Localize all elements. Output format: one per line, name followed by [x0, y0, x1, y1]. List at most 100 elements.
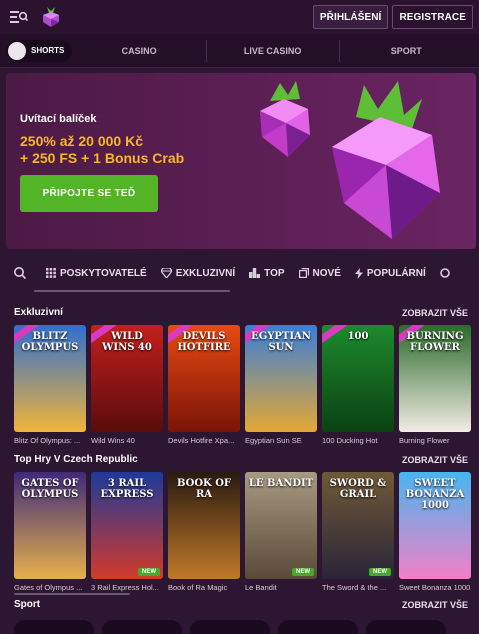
top-header: PŘIHLÁŠENÍ REGISTRACE — [0, 0, 479, 34]
game-thumbnail[interactable]: BOOK OF RA — [168, 472, 240, 579]
section-exclusive-header: Exkluzivní ZOBRAZIT VŠE — [14, 307, 468, 318]
raspberry-logo-icon[interactable] — [39, 5, 63, 29]
tab-sport[interactable]: SPORT — [339, 39, 473, 62]
menu-search-icon[interactable] — [9, 9, 29, 25]
diamond-icon — [160, 268, 172, 278]
category-label: NOVÉ — [312, 267, 341, 279]
game-name: Egyptian Sun SE — [245, 436, 302, 445]
category-top[interactable]: TOP — [249, 267, 285, 279]
game-tile[interactable]: DEVILS HOTFIRE Devils Hotfire Xpa... — [168, 325, 240, 449]
game-name: The Sword & the ... — [322, 583, 387, 592]
game-tile[interactable]: SWEET BONANZA 1000 Sweet Bonanza 1000 — [399, 472, 471, 596]
game-name: Wild Wins 40 — [91, 436, 135, 445]
game-tile[interactable]: EGYPTIAN SUN Egyptian Sun SE — [245, 325, 317, 449]
game-thumbnail[interactable]: LE BANDIT NEW — [245, 472, 317, 579]
login-button[interactable]: PŘIHLÁŠENÍ — [312, 5, 389, 29]
game-name: Sweet Bonanza 1000 — [399, 583, 471, 592]
game-art-title: BLITZ OLYMPUS — [21, 331, 79, 353]
podium-icon — [249, 268, 261, 278]
toggle-knob — [8, 41, 26, 60]
game-art-title: EGYPTIAN SUN — [251, 331, 311, 353]
exclusive-games-row: BLITZ OLYMPUS Blitz Of Olympus: ... WILD W… — [14, 325, 471, 449]
game-tile[interactable]: BURNING FLOWER Burning Flower — [399, 325, 471, 449]
chip-icon — [439, 268, 450, 278]
register-button[interactable]: REGISTRACE — [392, 5, 473, 29]
raspberry-gems-illustration — [260, 81, 440, 239]
shorts-toggle[interactable]: SHORTS — [6, 39, 73, 62]
top-row-scrollbar[interactable] — [14, 593, 130, 595]
game-tile[interactable]: 3 RAIL EXPRESS NEW 3 Rail Express Hol... — [91, 472, 163, 596]
game-name: Gates of Olympus ... — [14, 583, 83, 592]
sport-card[interactable] — [366, 620, 446, 634]
game-thumbnail[interactable]: EGYPTIAN SUN — [245, 325, 317, 432]
game-thumbnail[interactable]: 100 — [322, 325, 394, 432]
game-art-title: 3 RAIL EXPRESS — [100, 478, 154, 500]
tab-live-casino[interactable]: LIVE CASINO — [205, 39, 340, 62]
banner-subtitle: Uvítací balíček — [20, 113, 97, 125]
category-popular[interactable]: POPULÁRNÍ — [354, 267, 426, 279]
game-name: Blitz Of Olympus: ... — [14, 436, 81, 445]
top-games-row: GATES OF OLYMPUS Gates of Olympus ... 3 RA… — [14, 472, 471, 596]
welcome-banner[interactable]: Uvítací balíček 250% až 20 000 Kč + 250 … — [6, 73, 476, 249]
category-providers[interactable]: POSKYTOVATELÉ — [46, 268, 147, 279]
game-art-title: SWEET BONANZA 1000 — [405, 478, 465, 511]
game-tile[interactable]: BOOK OF RA Book of Ra Magic — [168, 472, 240, 596]
new-icon — [298, 268, 309, 278]
search-icon[interactable] — [8, 261, 32, 285]
grid-icon — [46, 268, 56, 278]
game-thumbnail[interactable]: BLITZ OLYMPUS — [14, 325, 86, 432]
section-title: Exkluzivní — [14, 307, 63, 318]
game-thumbnail[interactable]: GATES OF OLYMPUS — [14, 472, 86, 579]
category-more[interactable] — [439, 268, 450, 278]
game-tile[interactable]: BLITZ OLYMPUS Blitz Of Olympus: ... — [14, 325, 86, 449]
section-sport-header: Sport ZOBRAZIT VŠE — [14, 599, 468, 610]
section-title: Sport — [14, 599, 41, 610]
banner-title-line2: + 250 FS + 1 Bonus Crab — [20, 150, 185, 166]
banner-title-line1: 250% až 20 000 Kč — [20, 133, 143, 149]
game-thumbnail[interactable]: WILD WINS 40 — [91, 325, 163, 432]
game-art-title: DEVILS HOTFIRE — [177, 331, 231, 353]
game-tile[interactable]: 100 100 Ducking Hot — [322, 325, 394, 449]
category-scrollbar[interactable] — [34, 290, 230, 292]
category-label: POSKYTOVATELÉ — [60, 267, 147, 279]
show-all-link[interactable]: ZOBRAZIT VŠE — [402, 308, 468, 318]
join-now-button[interactable]: PŘIPOJTE SE TEĎ — [20, 175, 158, 212]
game-tile[interactable]: SWORD & GRAIL NEW The Sword & the ... — [322, 472, 394, 596]
game-thumbnail[interactable]: BURNING FLOWER — [399, 325, 471, 432]
game-art-title: LE BANDIT — [248, 478, 314, 489]
tab-casino[interactable]: CASINO — [72, 46, 206, 56]
game-tile[interactable]: LE BANDIT NEW Le Bandit — [245, 472, 317, 596]
show-all-link[interactable]: ZOBRAZIT VŠE — [402, 455, 468, 465]
sport-card[interactable] — [14, 620, 94, 634]
game-art-title: 100 — [347, 331, 369, 342]
game-thumbnail[interactable]: DEVILS HOTFIRE — [168, 325, 240, 432]
sport-row — [14, 620, 446, 634]
new-badge: NEW — [292, 568, 314, 576]
category-new[interactable]: NOVÉ — [298, 267, 341, 279]
game-tile[interactable]: WILD WINS 40 Wild Wins 40 — [91, 325, 163, 449]
game-name: 100 Ducking Hot — [322, 436, 378, 445]
category-bar: POSKYTOVATELÉ EXKLUZIVNÍ TOP NOVÉ POPULÁ… — [0, 258, 479, 288]
game-name: Le Bandit — [245, 583, 277, 592]
sport-card[interactable] — [278, 620, 358, 634]
category-label: TOP — [264, 267, 285, 279]
category-label: EXKLUZIVNÍ — [175, 267, 236, 279]
sport-card[interactable] — [102, 620, 182, 634]
game-thumbnail[interactable]: SWEET BONANZA 1000 — [399, 472, 471, 579]
game-art-title: GATES OF OLYMPUS — [21, 478, 79, 500]
shorts-label: SHORTS — [31, 46, 65, 55]
section-title: Top Hry V Czech Republic — [14, 454, 138, 465]
main-nav: SHORTS CASINO LIVE CASINO SPORT — [0, 34, 479, 68]
new-badge: NEW — [138, 568, 160, 576]
game-name: Burning Flower — [399, 436, 450, 445]
game-art-title: SWORD & GRAIL — [329, 478, 387, 500]
page: PŘIHLÁŠENÍ REGISTRACE SHORTS CASINO LIVE… — [0, 0, 479, 634]
show-all-link[interactable]: ZOBRAZIT VŠE — [402, 600, 468, 610]
game-tile[interactable]: GATES OF OLYMPUS Gates of Olympus ... — [14, 472, 86, 596]
game-art-title: WILD WINS 40 — [102, 331, 152, 353]
game-thumbnail[interactable]: 3 RAIL EXPRESS NEW — [91, 472, 163, 579]
game-thumbnail[interactable]: SWORD & GRAIL NEW — [322, 472, 394, 579]
sport-card[interactable] — [190, 620, 270, 634]
category-exclusive[interactable]: EXKLUZIVNÍ — [160, 267, 236, 279]
game-name: Book of Ra Magic — [168, 583, 228, 592]
